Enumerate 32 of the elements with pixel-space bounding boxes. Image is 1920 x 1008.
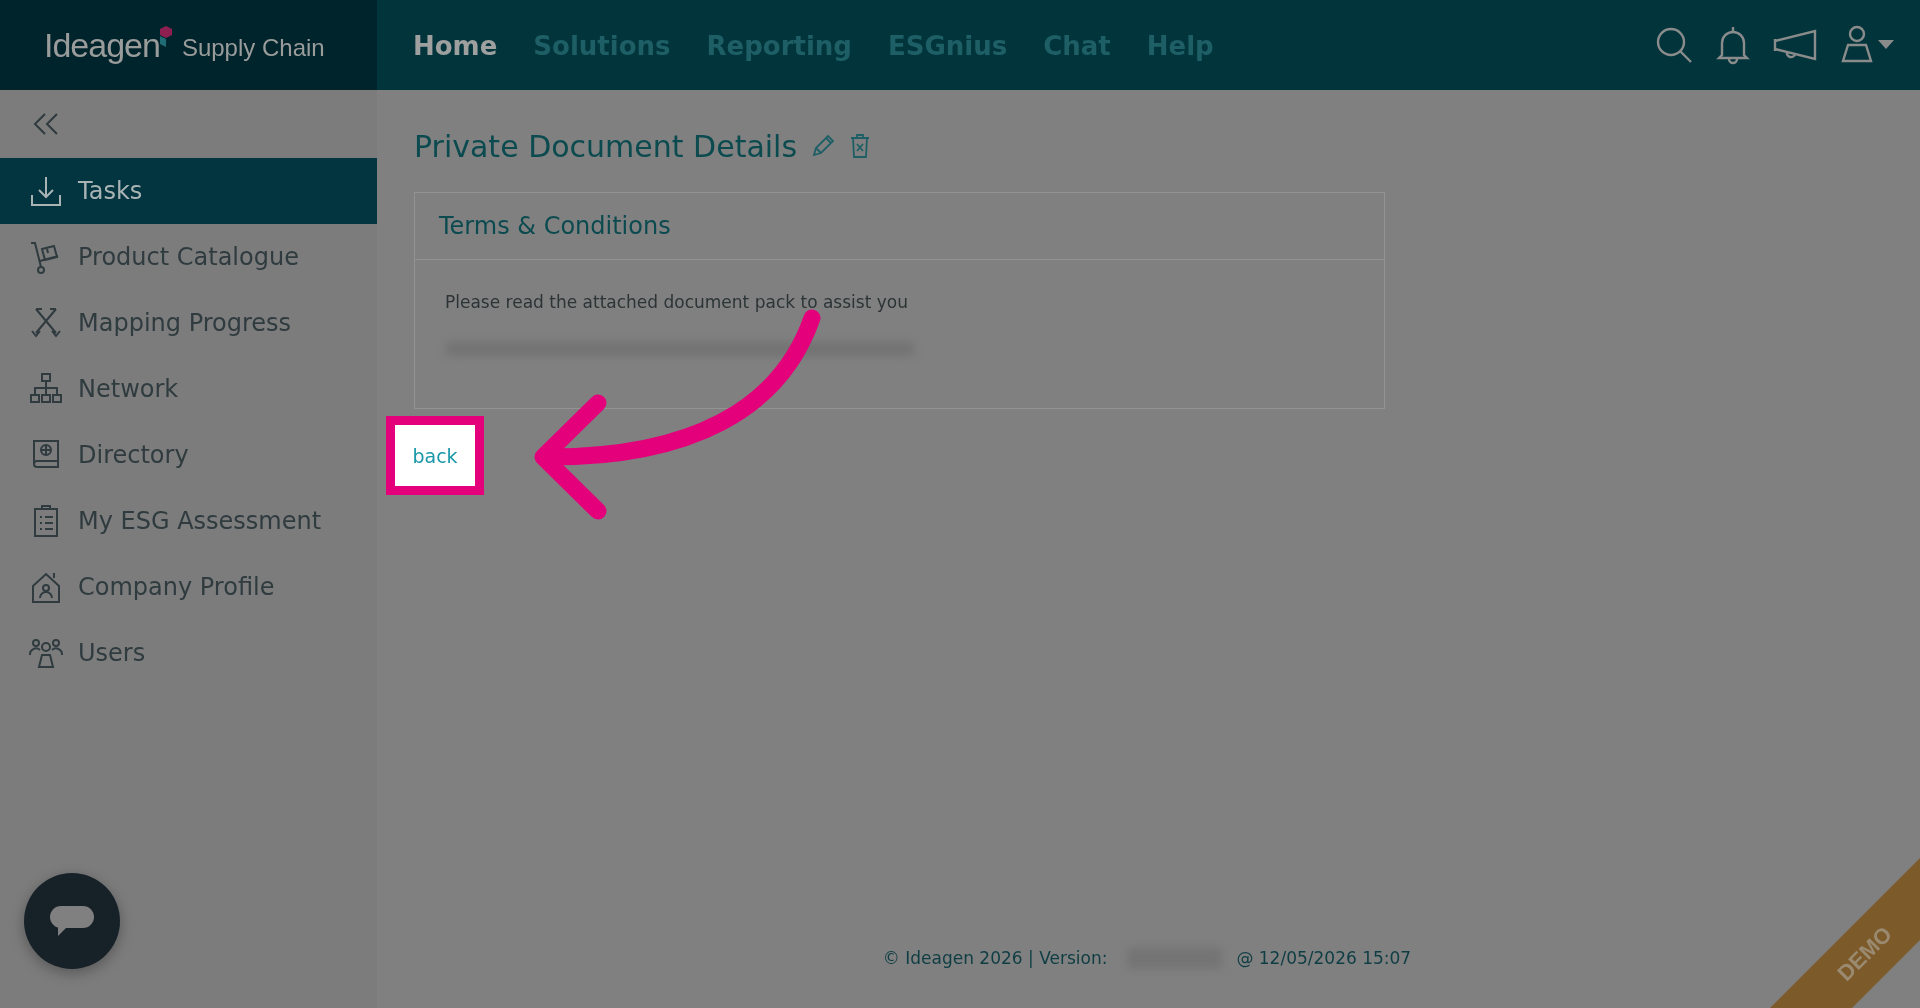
sidebar-label: Tasks — [78, 177, 143, 205]
page-title: Private Document Details — [414, 128, 798, 164]
sidebar-label: Product Catalogue — [78, 243, 299, 271]
sidebar-label: Company Profile — [78, 573, 275, 601]
card-text: Please read the attached document pack to assist you — [445, 292, 909, 312]
sidebar-item[interactable]: Product Catalogue — [0, 224, 377, 290]
nav-link[interactable]: Home — [413, 29, 498, 61]
sidebar-label: Directory — [78, 441, 189, 469]
caret-icon[interactable] — [1878, 40, 1894, 50]
timestamp-text: @ 12/05/2026 15:07 — [1236, 948, 1412, 968]
user-icon[interactable] — [1840, 25, 1874, 65]
back-button[interactable]: back — [395, 425, 475, 486]
sidebar-item[interactable]: Users — [0, 620, 377, 686]
collapse-icon[interactable] — [32, 112, 60, 136]
sidebar-label: Mapping Progress — [78, 309, 292, 337]
copyright-text: © Ideagen 2026 | Version: — [882, 948, 1108, 968]
search-icon[interactable] — [1654, 25, 1694, 65]
sidebar-label: Users — [78, 639, 146, 667]
bell-icon[interactable] — [1716, 25, 1750, 65]
product-name: Supply Chain — [181, 34, 325, 62]
sidebar-label: My ESG Assessment — [78, 507, 322, 535]
sidebar-item[interactable]: Network — [0, 356, 377, 422]
sidebar-item[interactable]: Directory — [0, 422, 377, 488]
chat-bubble-icon — [48, 904, 96, 938]
brand-logo[interactable]: Ideagen — [44, 25, 160, 65]
cube-logo-icon — [157, 24, 174, 48]
sidebar-item[interactable]: My ESG Assessment — [0, 488, 377, 554]
sidebar-item[interactable]: Company Profile — [0, 554, 377, 620]
sidebar-item[interactable]: Tasks — [0, 158, 377, 224]
sidebar-item[interactable]: Mapping Progress — [0, 290, 377, 356]
card-title: Terms & Conditions — [415, 193, 1384, 260]
sidebar-label: Network — [78, 375, 179, 403]
